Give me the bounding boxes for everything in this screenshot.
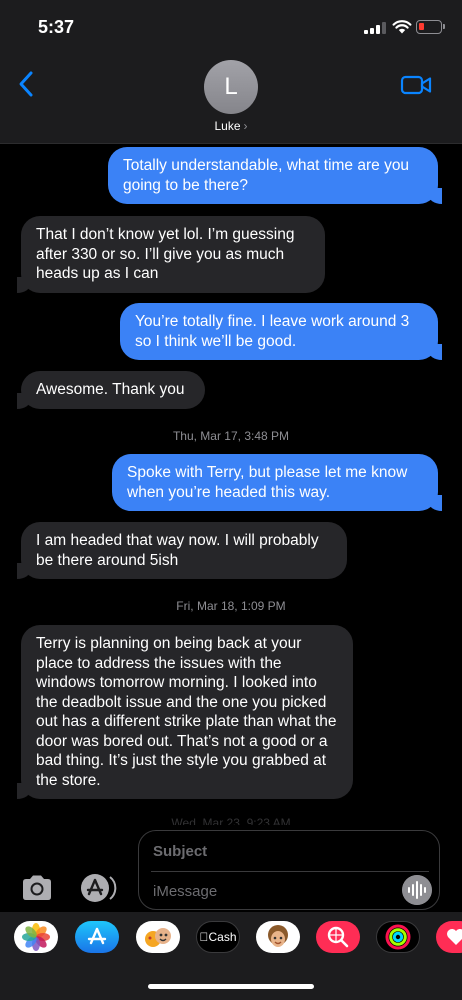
imessage-input[interactable]: iMessage xyxy=(153,883,217,900)
timestamp-time: 9:23 AM xyxy=(246,816,291,825)
photos-icon[interactable] xyxy=(14,921,58,953)
camera-icon[interactable] xyxy=(20,874,54,902)
message-text: Awesome. Thank you xyxy=(36,381,185,398)
subject-input[interactable]: Subject xyxy=(153,843,207,860)
back-chevron-icon[interactable] xyxy=(16,70,36,98)
contact-name-button[interactable]: Luke › xyxy=(0,119,462,133)
battery-cap xyxy=(443,24,445,29)
message-text: I am headed that way now. I will probabl… xyxy=(36,532,319,569)
timestamp-day: Fri, Mar 18, xyxy=(176,599,238,613)
audio-message-icon[interactable] xyxy=(402,875,432,905)
compose-field[interactable]: Subject iMessage xyxy=(138,830,440,910)
contact-name: Luke xyxy=(214,119,241,133)
message-text: Terry is planning on being back at your … xyxy=(36,635,337,789)
message-bubble-incoming[interactable]: That I don’t know yet lol. I’m guessing … xyxy=(17,216,325,293)
timestamp-day: Thu, Mar 17, xyxy=(172,429,241,443)
digital-touch-icon[interactable] xyxy=(436,921,462,953)
contact-avatar[interactable]: L xyxy=(204,60,258,114)
timestamp-divider: Thu, Mar 17, 3:48 PM xyxy=(0,429,462,443)
image-search-icon[interactable] xyxy=(316,921,360,953)
facetime-video-icon[interactable] xyxy=(400,74,432,96)
message-bubble-incoming[interactable]: Awesome. Thank you xyxy=(17,371,205,409)
message-bubble-outgoing[interactable]: You’re totally fine. I leave work around… xyxy=(120,303,442,360)
message-bubble-outgoing[interactable]: Spoke with Terry, but please let me know… xyxy=(112,454,442,511)
chevron-right-icon: › xyxy=(243,119,248,133)
timestamp-divider: Fri, Mar 18, 1:09 PM xyxy=(0,599,462,613)
wifi-icon xyxy=(392,20,412,34)
apple-cash-label: Cash xyxy=(203,930,236,944)
message-bubble-outgoing[interactable]: Totally understandable, what time are yo… xyxy=(108,147,442,204)
message-input-bar: Subject iMessage xyxy=(0,826,462,912)
conversation-header: L Luke › xyxy=(0,54,462,144)
home-indicator[interactable] xyxy=(148,984,314,989)
activity-icon[interactable] xyxy=(376,921,420,953)
message-text: You’re totally fine. I leave work around… xyxy=(135,313,410,350)
status-time: 5:37 xyxy=(38,17,75,37)
message-bubble-incoming[interactable]: I am headed that way now. I will probabl… xyxy=(17,522,347,579)
message-text: Spoke with Terry, but please let me know… xyxy=(127,464,408,501)
app-store-icon[interactable] xyxy=(75,921,119,953)
status-bar: 5:37 xyxy=(0,0,462,54)
memoji-icon[interactable] xyxy=(136,921,180,953)
timestamp-day: Wed, Mar 23, xyxy=(171,816,244,825)
avatar-initial: L xyxy=(224,73,238,100)
compose-divider xyxy=(151,871,429,872)
app-store-button-icon[interactable] xyxy=(80,873,118,903)
message-thread[interactable]: Totally understandable, what time are yo… xyxy=(0,145,462,825)
timestamp-time: 3:48 PM xyxy=(244,429,290,443)
message-bubble-incoming[interactable]: Terry is planning on being back at your … xyxy=(17,625,353,799)
apple-cash-icon[interactable]: Cash xyxy=(196,921,240,953)
animoji-icon[interactable] xyxy=(256,921,300,953)
cellular-signal-icon xyxy=(364,22,386,34)
battery-icon xyxy=(416,20,442,34)
timestamp-time: 1:09 PM xyxy=(240,599,286,613)
message-text: That I don’t know yet lol. I’m guessing … xyxy=(36,226,295,282)
timestamp-divider: Wed, Mar 23, 9:23 AM xyxy=(0,816,462,825)
message-text: Totally understandable, what time are yo… xyxy=(123,157,410,194)
imessage-app-drawer: Cash xyxy=(0,912,462,1000)
